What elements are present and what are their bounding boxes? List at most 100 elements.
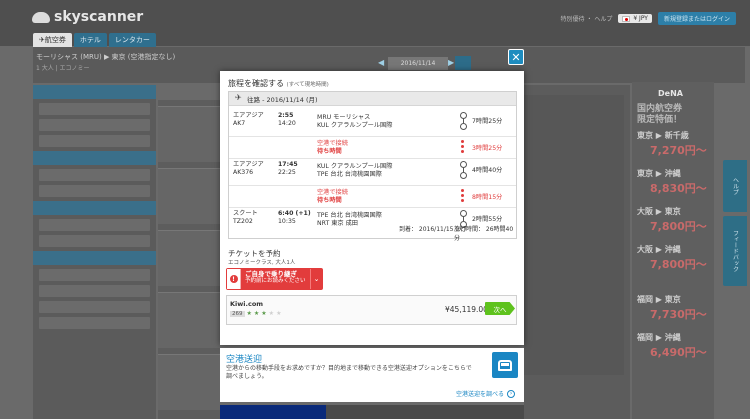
promo-image — [524, 95, 624, 375]
self-transfer-warning[interactable]: ! ご自身で乗り継ぎ 予約前にお読みください ⌄ — [226, 268, 323, 290]
filter-row[interactable] — [39, 285, 150, 297]
close-modal-button[interactable]: ✕ — [508, 49, 524, 65]
layover-text: 空港で接続 待ち時間 — [317, 189, 348, 205]
star-empty-icon: ★ — [276, 310, 282, 317]
departure-time: 6:40 (+1) — [278, 210, 311, 217]
result-card[interactable] — [158, 106, 220, 162]
filter-row[interactable] — [39, 301, 150, 313]
layover: 空港で接続 待ち時間 8時間15分 — [229, 186, 516, 206]
warning-line2: 予約前にお読みください — [245, 278, 306, 284]
ad-route: 大阪 ▶ 沖縄 — [637, 245, 681, 254]
modal-title: 旅程を確認する (すべて現地時間) — [228, 78, 329, 89]
next-date-arrow-icon[interactable]: ▶ — [448, 58, 454, 67]
airport-transfer-panel: 空港送迎 空港からの移動手段をお求めですか？目的地まで移動できる空港送迎オプショ… — [220, 348, 524, 402]
feedback-side-tab[interactable]: フィードバック — [723, 216, 747, 286]
result-card[interactable] — [158, 168, 220, 224]
warning-line1: ご自身で乗り継ぎ — [245, 270, 297, 278]
filter-header — [33, 201, 156, 215]
ad-route: 東京 ▶ 新千歳 — [637, 131, 689, 140]
transfer-title: 空港送迎 — [226, 355, 263, 365]
filter-row[interactable] — [39, 119, 150, 131]
plane-icon — [235, 93, 243, 103]
star-half-icon: ★ — [261, 310, 267, 317]
offer-price: ¥45,119.00 — [445, 305, 488, 314]
route-pin-icon — [459, 161, 467, 179]
filter-row[interactable] — [39, 235, 150, 247]
ad-title-line2: 限定特価！ — [637, 115, 683, 125]
provider-rating: 269 ★ ★ ★ ★ ★ — [230, 310, 281, 317]
modal-title-note: (すべて現地時間) — [286, 82, 329, 88]
airline-info: エアアジア AK7 — [233, 112, 264, 128]
flight-number: AK376 — [233, 169, 254, 176]
skyscanner-logo-icon — [32, 11, 50, 23]
tab-car-rental[interactable]: レンタカー — [108, 33, 156, 47]
tab-flights[interactable]: ✈航空券 — [33, 33, 72, 47]
filter-row[interactable] — [39, 219, 150, 231]
layover-line2: 待ち時間 — [317, 148, 342, 155]
route-pin-icon — [459, 112, 467, 130]
total-duration: 旅行時間： 26時間40分 — [454, 226, 514, 242]
flight-leg: エアアジア AK7 2:55 14:20 MRU モーリシャス KUL クアラル… — [229, 110, 516, 136]
filter-row[interactable] — [39, 317, 150, 329]
date-field[interactable]: 2016/11/14 — [388, 57, 448, 70]
booking-offer: Kiwi.com 269 ★ ★ ★ ★ ★ ¥45,119.00 次へ — [226, 295, 517, 325]
result-card[interactable] — [158, 292, 220, 348]
bus-icon — [492, 352, 518, 378]
modal-title-text: 旅程を確認する — [228, 79, 284, 88]
ad-route: 東京 ▶ 沖縄 — [637, 169, 681, 178]
layover-line2: 待ち時間 — [317, 197, 342, 204]
bottom-banner-image — [220, 405, 326, 419]
ad-price: 7,800円～ — [650, 220, 707, 233]
review-count: 269 — [230, 310, 245, 317]
transfer-search-link[interactable]: 空港送迎を調べる › — [456, 389, 516, 398]
leg-duration: 7時間25分 — [472, 118, 503, 125]
transfer-link-text: 空港送迎を調べる — [456, 391, 505, 398]
top-right-controls: 特別優待 ・ ヘルプ ¥ JPY 新規登録またはログイン — [561, 12, 736, 25]
layover-line1: 空港で接続 — [317, 189, 348, 196]
layover-dots-icon — [459, 187, 467, 204]
logo-text: skyscanner — [54, 9, 144, 25]
airline-name: スクート — [233, 210, 258, 217]
departure-time: 2:55 — [278, 112, 294, 119]
prev-date-arrow-icon[interactable]: ◀ — [378, 58, 384, 67]
leg-duration: 2時間55分 — [472, 216, 503, 223]
flight-number: TZ202 — [233, 218, 253, 225]
warning-icon-box: ! — [227, 269, 241, 289]
filter-row[interactable] — [39, 135, 150, 147]
results-list — [158, 100, 220, 419]
close-icon: ✕ — [511, 50, 521, 64]
ad-price: 6,490円～ — [650, 346, 707, 359]
layover-duration: 3時間25分 — [472, 145, 503, 152]
layover-dots-icon — [459, 138, 467, 155]
logo[interactable]: skyscanner — [32, 9, 143, 25]
airline-info: エアアジア AK376 — [233, 161, 264, 177]
arrow-right-icon: › — [507, 389, 516, 398]
provider-name[interactable]: Kiwi.com — [230, 300, 263, 308]
leg-duration: 4時間40分 — [472, 167, 503, 174]
header-links[interactable]: 特別優待 ・ ヘルプ — [561, 14, 613, 23]
alert-icon: ! — [229, 275, 238, 283]
tab-hotels[interactable]: ホテル — [73, 33, 107, 47]
result-card[interactable] — [158, 230, 220, 286]
ad-price: 7,730円～ — [650, 308, 707, 321]
airline-info: スクート TZ202 — [233, 210, 258, 226]
layover-line1: 空港で接続 — [317, 140, 348, 147]
ad-price: 7,800円～ — [650, 258, 707, 271]
filter-row[interactable] — [39, 169, 150, 181]
outbound-segment: 往路 - 2016/11/14 (月) エアアジア AK7 2:55 14:20… — [228, 91, 517, 242]
departure-time: 17:45 — [278, 161, 298, 168]
currency-selector[interactable]: ¥ JPY — [618, 14, 652, 23]
star-icon: ★ — [253, 310, 260, 317]
search-button[interactable] — [455, 56, 471, 70]
arrival-airport: NRT 東京 成田 — [317, 220, 358, 227]
next-button[interactable]: 次へ — [485, 302, 515, 315]
help-side-tab[interactable]: ヘルプ — [723, 160, 747, 212]
ad-price: 8,830円～ — [650, 182, 707, 195]
filter-row[interactable] — [39, 103, 150, 115]
login-button[interactable]: 新規登録またはログイン — [657, 12, 736, 25]
filter-sidebar — [33, 85, 156, 419]
result-card[interactable] — [158, 354, 220, 410]
filter-row[interactable] — [39, 185, 150, 197]
bottom-banner — [220, 405, 524, 419]
filter-row[interactable] — [39, 269, 150, 281]
